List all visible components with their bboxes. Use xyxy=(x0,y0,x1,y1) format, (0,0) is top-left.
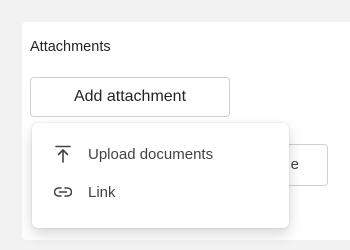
menu-item-upload-documents[interactable]: Upload documents xyxy=(32,135,289,173)
upload-icon xyxy=(52,143,74,165)
obscured-button-label: e xyxy=(290,156,299,173)
page: Attachments Add attachment e Upload docu… xyxy=(0,0,350,250)
menu-item-label: Link xyxy=(88,183,116,201)
menu-item-label: Upload documents xyxy=(88,145,214,163)
attachment-menu: Upload documents Link xyxy=(32,123,289,228)
link-icon xyxy=(52,181,74,203)
menu-item-link[interactable]: Link xyxy=(32,173,289,211)
section-title: Attachments xyxy=(30,39,111,55)
add-attachment-button[interactable]: Add attachment xyxy=(30,77,230,117)
